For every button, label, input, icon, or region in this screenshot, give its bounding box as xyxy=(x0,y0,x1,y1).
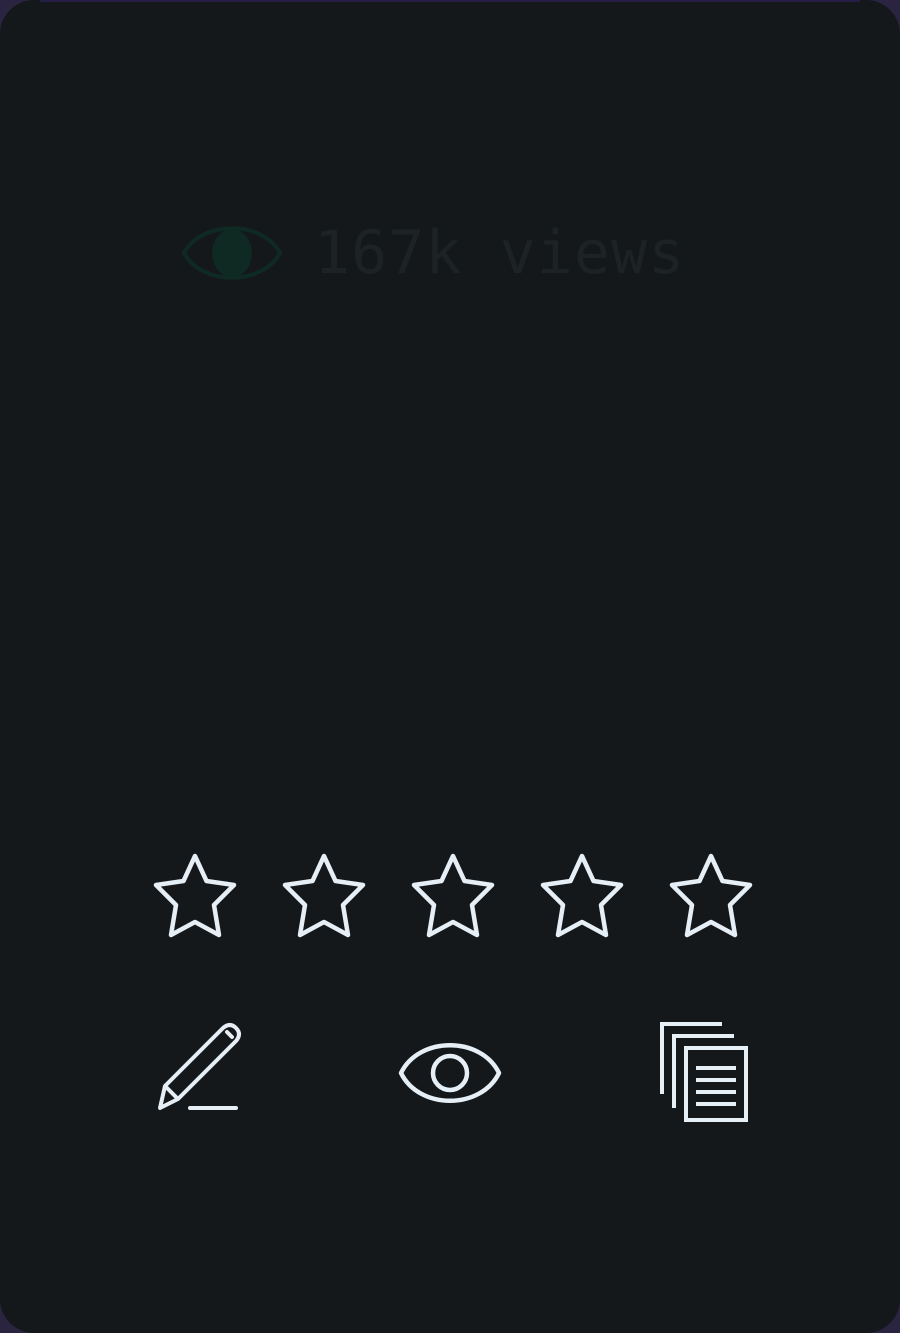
edit-button[interactable] xyxy=(150,1018,260,1128)
views-count: 167k views xyxy=(314,218,686,288)
eye-icon xyxy=(181,226,283,280)
star-outline-icon[interactable] xyxy=(148,850,242,944)
action-bar xyxy=(150,1018,750,1128)
star-outline-icon[interactable] xyxy=(664,850,758,944)
card: 167k views xyxy=(0,0,900,1333)
star-outline-icon[interactable] xyxy=(535,850,629,944)
copy-button[interactable] xyxy=(640,1018,750,1128)
eye-icon xyxy=(398,1043,502,1103)
top-edge-divider xyxy=(40,0,860,2)
pencil-icon xyxy=(158,1023,241,1110)
documents-icon xyxy=(660,1022,748,1122)
star-outline-icon[interactable] xyxy=(277,850,371,944)
star-outline-icon[interactable] xyxy=(406,850,500,944)
views-stat: 167k views xyxy=(180,214,685,292)
star-rating[interactable] xyxy=(148,850,758,944)
view-button[interactable] xyxy=(395,1018,505,1128)
